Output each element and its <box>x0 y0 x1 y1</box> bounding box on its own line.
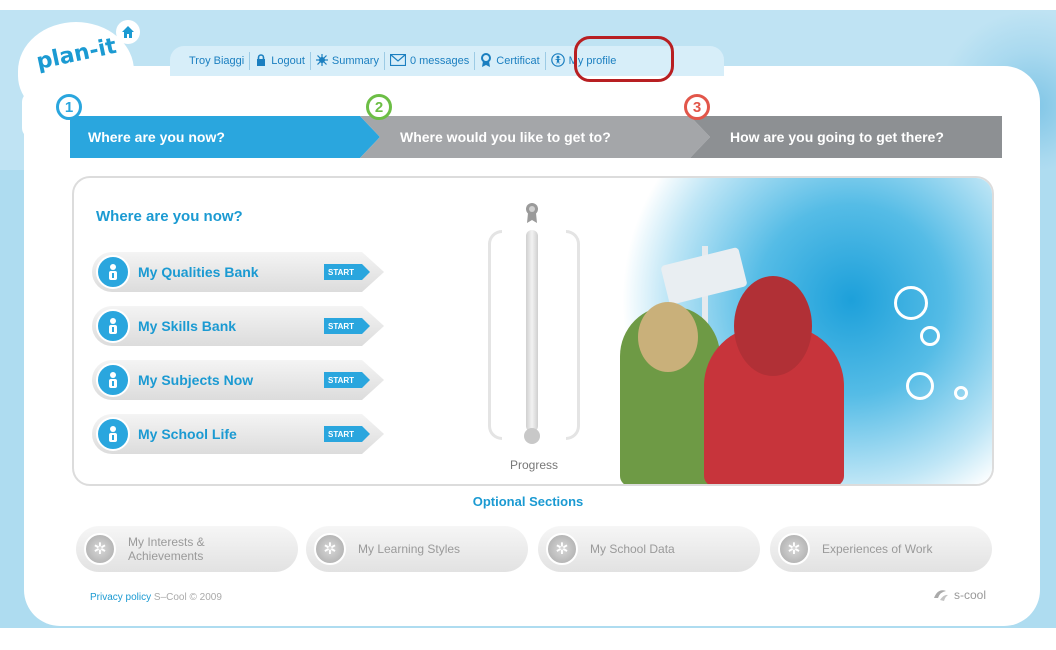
section-label: My Qualities Bank <box>138 264 259 280</box>
logout-label: Logout <box>271 55 305 67</box>
hero-image <box>594 178 992 484</box>
scool-logo-text: s-cool <box>954 588 987 602</box>
student-boy-head <box>638 302 698 372</box>
progress-label: Progress <box>509 458 559 472</box>
optional-label: My Interests & Achievements <box>128 535 205 563</box>
progress-bracket-right <box>566 230 580 440</box>
step-2-tab[interactable]: Where would you like to get to? <box>360 116 710 158</box>
optional-learning-styles-button[interactable]: ✲ My Learning Styles <box>306 526 528 572</box>
medal-icon <box>526 203 538 223</box>
compass-icon: ✲ <box>546 533 578 565</box>
step-3-number: 3 <box>684 94 710 120</box>
step-1-label: Where are you now? <box>88 129 225 145</box>
panel-title: Where are you now? <box>96 208 243 225</box>
lock-icon <box>255 53 267 69</box>
scool-logo-icon <box>934 590 948 601</box>
user-name-label: Troy Biaggi <box>189 55 245 67</box>
compass-icon: ✲ <box>778 533 810 565</box>
certificate-label: Certificat <box>496 55 540 67</box>
star-burst-icon <box>315 53 328 69</box>
section-icon <box>96 363 130 397</box>
step-3-tab[interactable]: How are you going to get there? <box>690 116 1002 158</box>
step-2-label: Where would you like to get to? <box>400 129 611 145</box>
section-icon <box>96 309 130 343</box>
section-label: My Skills Bank <box>138 318 237 334</box>
optional-label: My Learning Styles <box>358 542 461 556</box>
summary-link[interactable]: Summary <box>311 52 385 70</box>
section-qualities-bank[interactable]: My Qualities Bank START <box>92 252 384 292</box>
section-subjects-now[interactable]: My Subjects Now START <box>92 360 384 400</box>
progress-bracket-left <box>488 230 502 440</box>
start-button[interactable]: START <box>324 426 370 442</box>
decorative-circle <box>906 372 934 400</box>
optional-experiences-button[interactable]: ✲ Experiences of Work <box>770 526 992 572</box>
logo-drip <box>22 92 42 138</box>
step-2-number: 2 <box>366 94 392 120</box>
certificate-link[interactable]: Certificat <box>475 52 546 70</box>
decorative-circle <box>954 386 968 400</box>
compass-icon: ✲ <box>314 533 346 565</box>
start-button[interactable]: START <box>324 264 370 280</box>
start-button[interactable]: START <box>324 318 370 334</box>
start-button[interactable]: START <box>324 372 370 388</box>
optional-sections-title: Optional Sections <box>472 494 584 509</box>
logout-link[interactable]: Logout <box>250 52 311 70</box>
section-label: My Subjects Now <box>138 372 254 388</box>
steps-bar: Where are you now? Where would you like … <box>56 94 1002 158</box>
scool-logo: s-cool <box>932 588 986 602</box>
decorative-circle <box>920 326 940 346</box>
section-label: My School Life <box>138 426 237 442</box>
optional-label: My School Data <box>590 542 675 556</box>
ribbon-icon <box>480 52 492 70</box>
envelope-icon <box>389 53 407 69</box>
messages-link[interactable]: 0 messages <box>385 52 476 70</box>
copyright-text: S–Cool © 2009 <box>153 592 222 603</box>
main-panel: Where are you now? My Qualities Bank STA… <box>72 176 994 486</box>
section-school-life[interactable]: My School Life START <box>92 414 384 454</box>
privacy-policy-link[interactable]: Privacy policy <box>90 592 151 603</box>
messages-label: 0 messages <box>409 55 470 67</box>
section-skills-bank[interactable]: My Skills Bank START <box>92 306 384 346</box>
decorative-circle <box>894 286 928 320</box>
progress-meter: Progress <box>484 200 584 472</box>
student-girl-head <box>734 276 812 376</box>
profile-highlight-ring <box>574 36 674 82</box>
progress-tube <box>526 230 538 432</box>
summary-label: Summary <box>331 55 379 67</box>
nav-user-name: Troy Biaggi <box>184 52 251 70</box>
person-icon <box>550 52 565 70</box>
progress-bulb <box>524 428 540 444</box>
section-icon <box>96 417 130 451</box>
section-icon <box>96 255 130 289</box>
footer: Privacy policy S–Cool © 2009 <box>90 592 222 603</box>
signpost-board <box>660 246 748 306</box>
optional-school-data-button[interactable]: ✲ My School Data <box>538 526 760 572</box>
step-3-label: How are you going to get there? <box>730 129 944 145</box>
optional-label: Experiences of Work <box>822 542 933 556</box>
optional-interests-button[interactable]: ✲ My Interests & Achievements <box>76 526 298 572</box>
step-1-number: 1 <box>56 94 82 120</box>
step-1-tab[interactable]: Where are you now? <box>70 116 380 158</box>
compass-icon: ✲ <box>84 533 116 565</box>
home-icon[interactable] <box>116 20 140 44</box>
